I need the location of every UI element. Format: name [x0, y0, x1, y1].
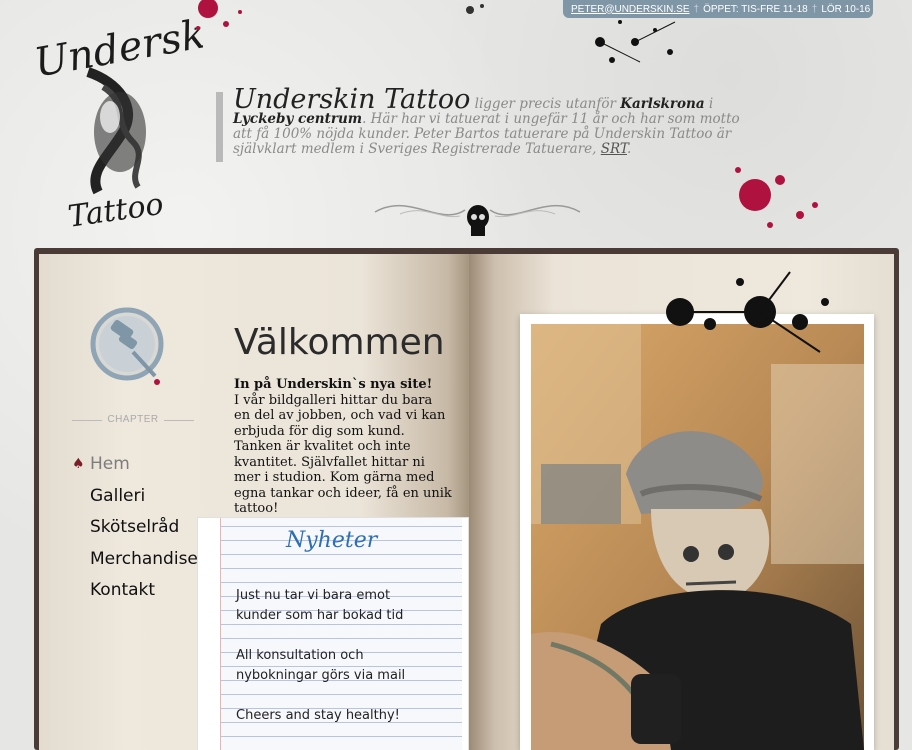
red-splatter-icon [196, 0, 242, 30]
news-note: Nyheter Just nu tar vi bara emot kunder … [198, 518, 468, 750]
news-line: nybokningar görs via mail [236, 668, 406, 683]
svg-text:Tattoo: Tattoo [66, 187, 166, 232]
photo-frame [520, 314, 874, 750]
intro-place: Lyckeby centrum [233, 111, 363, 127]
nav-label: Skötselråd [90, 517, 180, 537]
separator: † [693, 3, 700, 15]
red-splatter-icon [735, 167, 818, 228]
nav-label: Merchandise [90, 548, 198, 569]
nav-item-hem[interactable]: ♠ Hem [72, 452, 198, 484]
intro-text: Underskin Tattoo ligger precis utanför K… [216, 86, 756, 162]
svg-text:Underskin: Underskin [31, 12, 203, 87]
news-line: kunder som har bokad tid [236, 608, 404, 623]
nav-label: Kontakt [90, 580, 156, 600]
nav-item-kontakt[interactable]: Kontakt [72, 578, 198, 610]
welcome-body: I vår bildgalleri hittar du bara en del … [234, 392, 452, 517]
nav-item-merchandise[interactable]: Merchandise [72, 547, 198, 579]
page-title: Välkommen [234, 322, 445, 363]
nav-label: Hem [90, 454, 130, 474]
news-line: Just nu tar vi bara emot [236, 588, 391, 603]
intro-part: i [704, 96, 714, 112]
welcome-heading: In på Underskin`s nya site! [234, 377, 433, 392]
welcome-text: In på Underskin`s nya site! I vår bildga… [234, 377, 452, 517]
news-title: Nyheter [286, 528, 378, 553]
news-line: All konsultation och [236, 648, 364, 663]
separator: † [811, 3, 818, 15]
hours-saturday: LÖR 10-16 [821, 3, 871, 15]
nav-item-galleri[interactable]: Galleri [72, 484, 198, 516]
nav-item-skotselrad[interactable]: Skötselråd [72, 515, 198, 547]
intro-part: . [626, 141, 632, 157]
ink-splatter-icon [666, 271, 829, 353]
ink-splatter-icon [595, 20, 676, 63]
ink-splatter-icon [466, 4, 484, 14]
intro-place: Karlskrona [620, 96, 705, 112]
nav-label: Galleri [90, 485, 146, 506]
tattoo-artist-photo[interactable] [531, 324, 864, 750]
spade-icon: ♠ [72, 456, 85, 472]
underskin-tattoo-logo[interactable]: Underskin Tattoo [28, 12, 203, 232]
srt-link[interactable]: SRT [601, 141, 627, 157]
news-line: Cheers and stay healthy! [236, 708, 400, 723]
intro-part: ligger precis utanför [470, 96, 621, 112]
skull-ornament-icon [374, 204, 581, 236]
chapter-label: CHAPTER [72, 414, 194, 425]
hours-weekday: ÖPPET: TIS-FRE 11-18 [703, 3, 808, 15]
main-nav: ♠ Hem Galleri Skötselråd Merchandise Kont… [72, 452, 198, 610]
tattoo-machine-icon [90, 307, 164, 385]
